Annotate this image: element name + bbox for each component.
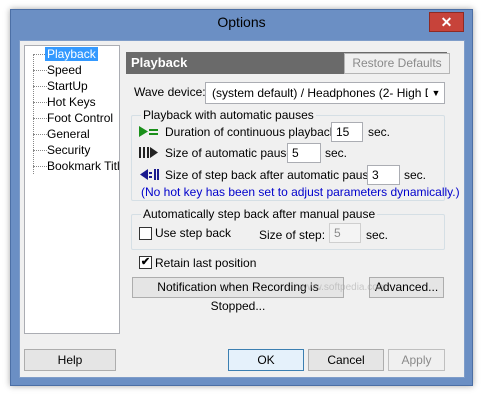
panel-title: Playback — [131, 55, 188, 70]
tree-item-security[interactable]: Security — [47, 142, 90, 158]
automatic-pause-icon — [139, 147, 158, 158]
help-button[interactable]: Help — [24, 349, 116, 371]
tree-connector — [33, 134, 47, 136]
close-button[interactable]: ✕ — [429, 12, 464, 32]
tree-item-speed[interactable]: Speed — [47, 62, 82, 78]
automatic-pause-input[interactable]: 5 — [287, 143, 321, 163]
tree-item-hot-keys[interactable]: Hot Keys — [47, 94, 96, 110]
wave-device-select[interactable]: (system default) / Headphones (2- High D… — [205, 82, 445, 104]
tree-connector-line — [33, 54, 35, 174]
tree-item-label: Playback — [45, 47, 98, 61]
retain-position-checkbox[interactable]: ✔ — [139, 256, 152, 269]
tree-item-playback[interactable]: Playback — [45, 46, 98, 62]
continuous-playback-icon — [139, 126, 158, 137]
tree-connector — [33, 166, 47, 168]
continuous-unit-label: sec. — [368, 125, 391, 139]
auto-pauses-group-label: Playback with automatic pauses — [141, 108, 316, 122]
cancel-button[interactable]: Cancel — [308, 349, 384, 371]
manual-pause-group-label: Automatically step back after manual pau… — [141, 207, 378, 221]
step-back-unit-label: sec. — [404, 168, 427, 182]
automatic-pause-unit-label: sec. — [325, 146, 348, 160]
retain-position-label[interactable]: Retain last position — [155, 256, 256, 270]
restore-defaults-button[interactable]: Restore Defaults — [344, 53, 450, 74]
tree-item-general[interactable]: General — [47, 126, 90, 142]
wave-device-value: (system default) / Headphones (2- High D… — [212, 86, 445, 100]
chevron-down-icon[interactable]: ▼ — [428, 83, 444, 103]
automatic-pause-label: Size of automatic pause: — [165, 146, 297, 160]
hotkey-note: (No hot key has been set to adjust param… — [141, 185, 460, 199]
tree-connector — [33, 118, 47, 120]
tree-connector — [33, 102, 47, 104]
tree-item-startup[interactable]: StartUp — [47, 78, 88, 94]
watermark-text: www.softpedia.com — [300, 282, 387, 293]
tree-item-foot-control[interactable]: Foot Control — [47, 110, 113, 126]
step-size-unit-label: sec. — [366, 228, 389, 242]
continuous-playback-input[interactable]: 15 — [331, 122, 363, 142]
tree-item-bookmark-titles[interactable]: Bookmark Titles — [47, 158, 119, 174]
tree-connector — [33, 86, 47, 88]
ok-button[interactable]: OK — [228, 349, 304, 371]
step-size-input[interactable]: 5 — [329, 223, 361, 243]
use-step-back-checkbox[interactable] — [139, 227, 152, 240]
step-back-input[interactable]: 3 — [367, 165, 400, 185]
continuous-playback-label: Duration of continuous playback: — [165, 125, 340, 139]
tree-connector — [33, 150, 47, 152]
apply-button[interactable]: Apply — [388, 349, 445, 371]
step-size-label: Size of step: — [259, 228, 326, 242]
options-tree[interactable]: Playback Speed StartUp Hot Keys Foot Con… — [24, 45, 120, 334]
wave-device-label: Wave device: — [134, 85, 206, 99]
checkmark-icon: ✔ — [140, 256, 151, 268]
step-back-label: Size of step back after automatic pause: — [165, 168, 379, 182]
tree-connector — [33, 70, 47, 72]
window-title: Options — [217, 14, 266, 30]
use-step-back-label[interactable]: Use step back — [155, 226, 231, 240]
step-back-icon — [140, 169, 159, 180]
